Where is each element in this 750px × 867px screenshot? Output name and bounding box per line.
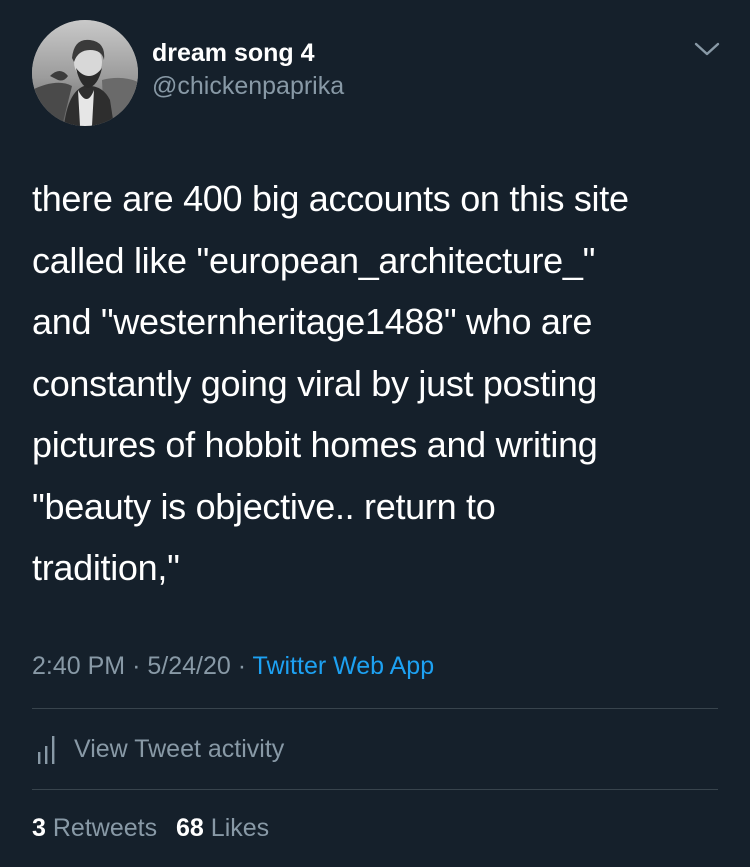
tweet-text: there are 400 big accounts on this site … bbox=[32, 178, 629, 588]
profile-photo-icon bbox=[32, 20, 138, 126]
tweet-date[interactable]: 5/24/20 bbox=[147, 652, 230, 680]
tweet-meta: 2:40 PM · 5/24/20 · Twitter Web App bbox=[32, 648, 434, 684]
likes-label: Likes bbox=[210, 814, 270, 842]
divider bbox=[32, 789, 718, 790]
tweet-time[interactable]: 2:40 PM bbox=[32, 652, 125, 680]
view-tweet-activity-label: View Tweet activity bbox=[74, 734, 285, 763]
divider bbox=[32, 708, 718, 709]
meta-separator: · bbox=[132, 652, 141, 680]
user-handle[interactable]: @chickenpaprika bbox=[152, 70, 344, 102]
tweet-header: dream song 4 @chickenpaprika bbox=[32, 20, 722, 130]
bar-chart-icon bbox=[38, 736, 55, 764]
retweets-count: 3 bbox=[32, 814, 46, 842]
display-name[interactable]: dream song 4 bbox=[152, 38, 344, 68]
tweet-source-link[interactable]: Twitter Web App bbox=[253, 652, 435, 680]
tweet-detail: dream song 4 @chickenpaprika there are 4… bbox=[0, 0, 750, 867]
user-names[interactable]: dream song 4 @chickenpaprika bbox=[152, 38, 344, 102]
likes-count: 68 bbox=[176, 814, 204, 842]
chevron-down-icon[interactable] bbox=[692, 38, 722, 60]
tweet-stats: 3 Retweets 68 Likes bbox=[32, 810, 281, 846]
retweets-stat[interactable]: 3 Retweets bbox=[32, 814, 164, 842]
avatar[interactable] bbox=[32, 20, 138, 126]
view-tweet-activity-button[interactable]: View Tweet activity bbox=[32, 729, 284, 769]
retweets-label: Retweets bbox=[52, 814, 158, 842]
likes-stat[interactable]: 68 Likes bbox=[176, 814, 269, 842]
meta-separator: · bbox=[237, 652, 247, 680]
